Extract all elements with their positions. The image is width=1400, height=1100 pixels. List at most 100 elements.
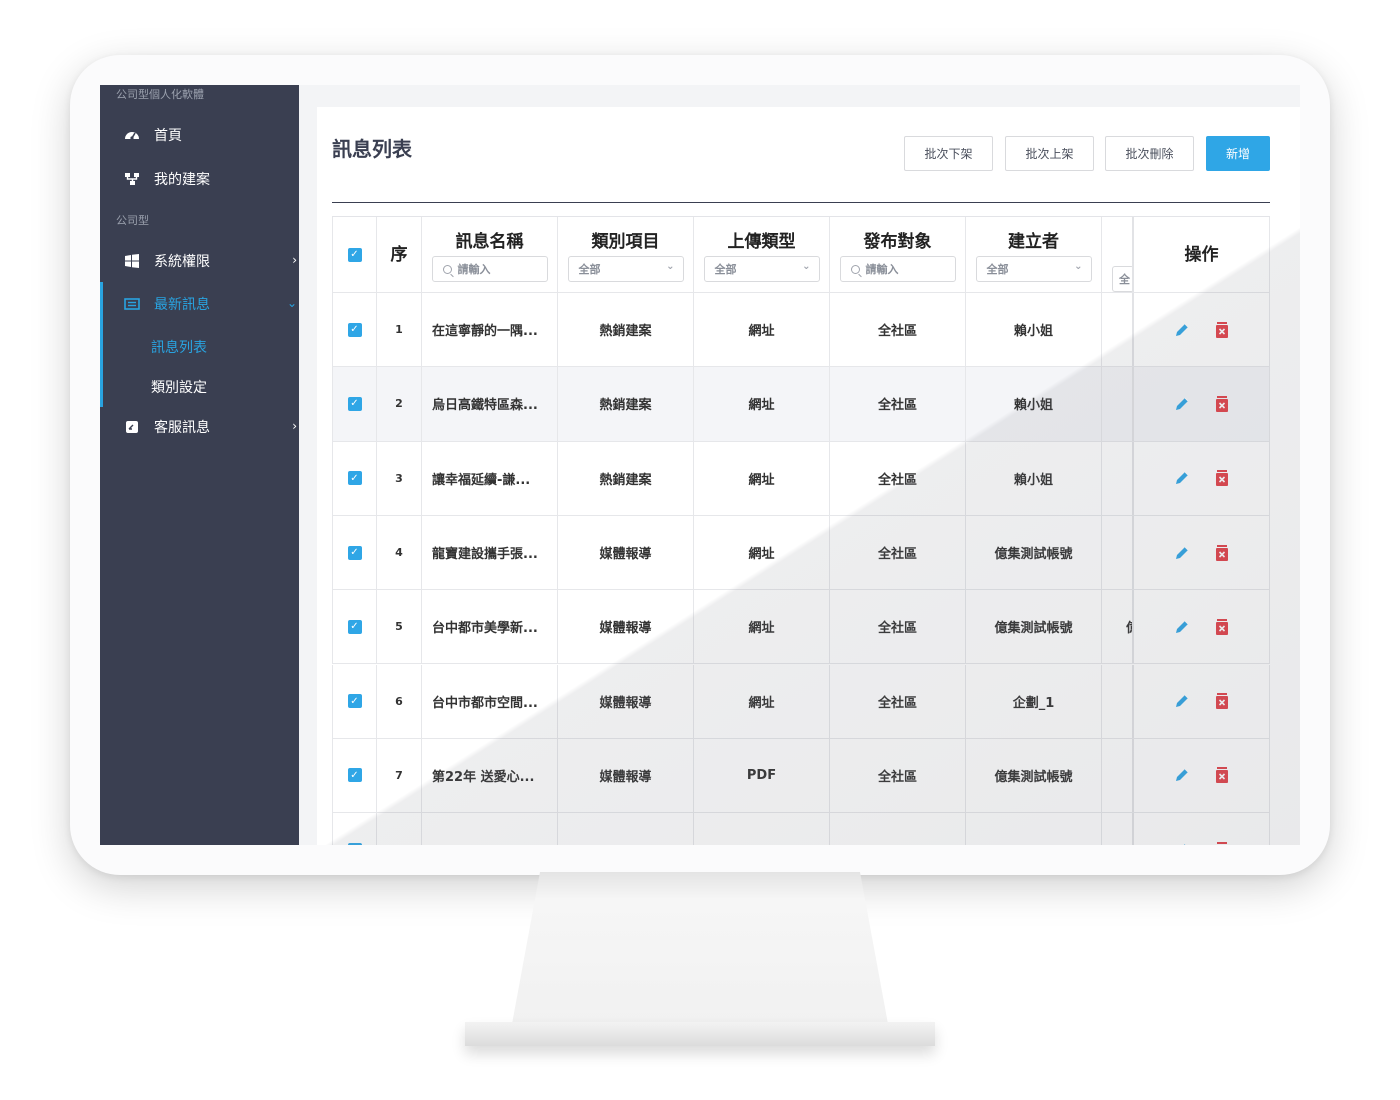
row-checkbox[interactable]: ✓ [347,322,362,337]
search-icon [442,264,452,274]
header-select-cell: ✓ [332,217,377,292]
chevron-down-icon: ⌄ [802,261,811,272]
sidebar-item-projects[interactable]: 我的建案 [100,159,299,199]
edit-icon[interactable] [1170,838,1194,845]
row-checkbox[interactable]: ✓ [347,619,362,634]
delete-icon[interactable] [1210,689,1234,713]
sidebar-item-label: 最新訊息 [154,297,210,313]
edit-icon[interactable] [1170,392,1194,416]
category-filter-select[interactable]: 全部 ⌄ [567,256,684,282]
sidebar-item-news[interactable]: 最新訊息 ⌄ [100,284,299,324]
row-actions [1132,738,1270,813]
row-extra [1102,293,1132,366]
row-checkbox[interactable]: ✓ [347,842,362,845]
row-category: 媒體報導 [558,515,694,590]
edit-icon[interactable] [1170,541,1194,565]
table-row[interactable]: ✓ 5台中都市美學新...媒體報導網址全社區億集測試帳號億 [332,590,1270,665]
row-seq: 3 [377,441,422,515]
audience-filter-input[interactable]: 請輸入 [839,256,956,282]
sidebar-item-label: 我的建案 [154,172,210,188]
table-header-row: ✓ 序 訊息名稱 請輸入 類別項目 全部 ⌄ 上傳類型 全部 ⌄ 發布對象 請輸… [332,217,1270,293]
windows-icon [124,253,140,269]
table-row[interactable]: ✓ 7 第22年 送愛心... 媒體報導 PDF 全社區 億集測試帳號 [332,738,1270,814]
row-checkbox[interactable]: ✓ [347,471,362,486]
row-actions [1132,590,1270,664]
row-name: 在這寧靜的一隅... [422,293,558,367]
sidebar-item-home[interactable]: 首頁 [100,115,299,155]
edit-icon[interactable] [1170,763,1194,787]
row-checkbox[interactable]: ✓ [347,768,362,783]
row-name: 龍寶建設攜手張... [422,515,558,590]
row-checkbox[interactable]: ✓ [347,545,362,560]
edit-icon[interactable] [1170,466,1194,490]
row-creator: 賴小姐 [966,293,1102,367]
table-row[interactable]: ✓ 6 台中市都市空間... 媒體報導 網址 全社區 企劃_1 [332,664,1270,739]
delete-icon[interactable] [1210,392,1234,416]
edit-icon[interactable] [1170,318,1194,342]
chevron-right-icon: › [292,419,297,433]
delete-icon[interactable] [1210,466,1234,490]
header-category: 類別項目 全部 ⌄ [558,217,694,292]
row-checkbox[interactable]: ✓ [347,694,362,709]
row-upload-type: 網址 [694,441,830,515]
row-select-cell: ✓ [332,738,377,813]
row-category: 媒體報導 [558,664,694,738]
select-all-checkbox[interactable]: ✓ [347,247,362,262]
row-select-cell: ✓ [332,813,377,845]
audience-filter-placeholder: 請輸入 [865,263,899,276]
row-upload-type: 網址 [694,515,830,590]
edit-icon[interactable] [1170,689,1194,713]
batch-delete-button[interactable]: 批次刪除 [1105,136,1194,171]
chevron-right-icon: › [292,253,297,267]
header-upload-type: 上傳類型 全部 ⌄ [694,217,830,292]
row-creator: 賴小姐 [966,367,1102,441]
header-audience-label: 發布對象 [863,232,932,252]
header-ops: 操作 [1132,217,1270,292]
header-extra: 全 [1102,217,1134,292]
table-row[interactable]: ✓ 1 在這寧靜的一隅... 熱銷建案 網址 全社區 賴小姐 [332,293,1270,368]
message-table: ✓ 序 訊息名稱 請輸入 類別項目 全部 ⌄ 上傳類型 全部 ⌄ 發布對象 請輸… [332,216,1270,845]
row-category: 媒體報導 [558,590,694,664]
sidebar-subitem-category-settings[interactable]: 類別設定 [151,377,207,397]
row-name: 台中都市美學新... [422,590,558,664]
delete-icon[interactable] [1210,318,1234,342]
sitemap-icon [124,171,140,187]
row-extra [1102,739,1132,812]
batch-publish-button[interactable]: 批次上架 [1005,136,1094,171]
row-audience: 全社區 [830,367,966,441]
row-select-cell: ✓ [332,441,377,515]
header-seq-label: 序 [390,245,408,265]
table-row[interactable]: ✓ 4 龍寶建設攜手張... 媒體報導 網址 全社區 億集測試帳號 [332,515,1270,591]
header-name-label: 訊息名稱 [455,232,524,252]
delete-icon[interactable] [1210,838,1234,845]
add-button[interactable]: 新增 [1206,136,1270,171]
sidebar-item-permissions[interactable]: 系統權限 › [100,241,299,281]
delete-icon[interactable] [1210,541,1234,565]
row-checkbox[interactable]: ✓ [347,396,362,411]
row-audience: 全社區 [830,515,966,590]
sidebar-subitem-message-list[interactable]: 訊息列表 [151,337,207,357]
row-creator: 億集測試帳號 [966,590,1102,664]
main-panel: 訊息列表 批次下架 批次上架 批次刪除 新增 ✓ 序 訊息名稱 請輸入 類別項目… [317,107,1300,845]
upload-type-filter-select[interactable]: 全部 ⌄ [703,256,820,282]
screen: 公司型個人化軟體 首頁 我的建案 公司型 系統權限 › 最新訊息 ⌄ 訊息列表 … [100,85,1300,845]
header-name: 訊息名稱 請輸入 [422,217,558,292]
extra-filter-select[interactable]: 全 [1112,266,1134,292]
row-name: 讓幸福延續-謙... [422,441,558,515]
section-label: 公司型 [116,214,149,227]
row-select-cell: ✓ [332,664,377,738]
table-row[interactable]: ✓ 3 讓幸福延續-謙... 熱銷建案 網址 全社區 賴小姐 [332,441,1270,516]
table-row[interactable]: ✓ [332,813,1270,845]
name-filter-input[interactable]: 請輸入 [431,256,548,282]
row-actions [1132,293,1270,367]
batch-unpublish-button[interactable]: 批次下架 [904,136,993,171]
row-seq: 6 [377,664,422,738]
sidebar-item-support[interactable]: 客服訊息 › [100,407,299,447]
delete-icon[interactable] [1210,615,1234,639]
edit-icon[interactable] [1170,615,1194,639]
delete-icon[interactable] [1210,763,1234,787]
row-creator: 億集測試帳號 [966,738,1102,813]
creator-filter-select[interactable]: 全部 ⌄ [975,256,1092,282]
table-row[interactable]: ✓ 2 烏日高鐵特區森... 熱銷建案 網址 全社區 賴小姐 [332,367,1270,442]
header-upload-type-label: 上傳類型 [727,232,796,252]
